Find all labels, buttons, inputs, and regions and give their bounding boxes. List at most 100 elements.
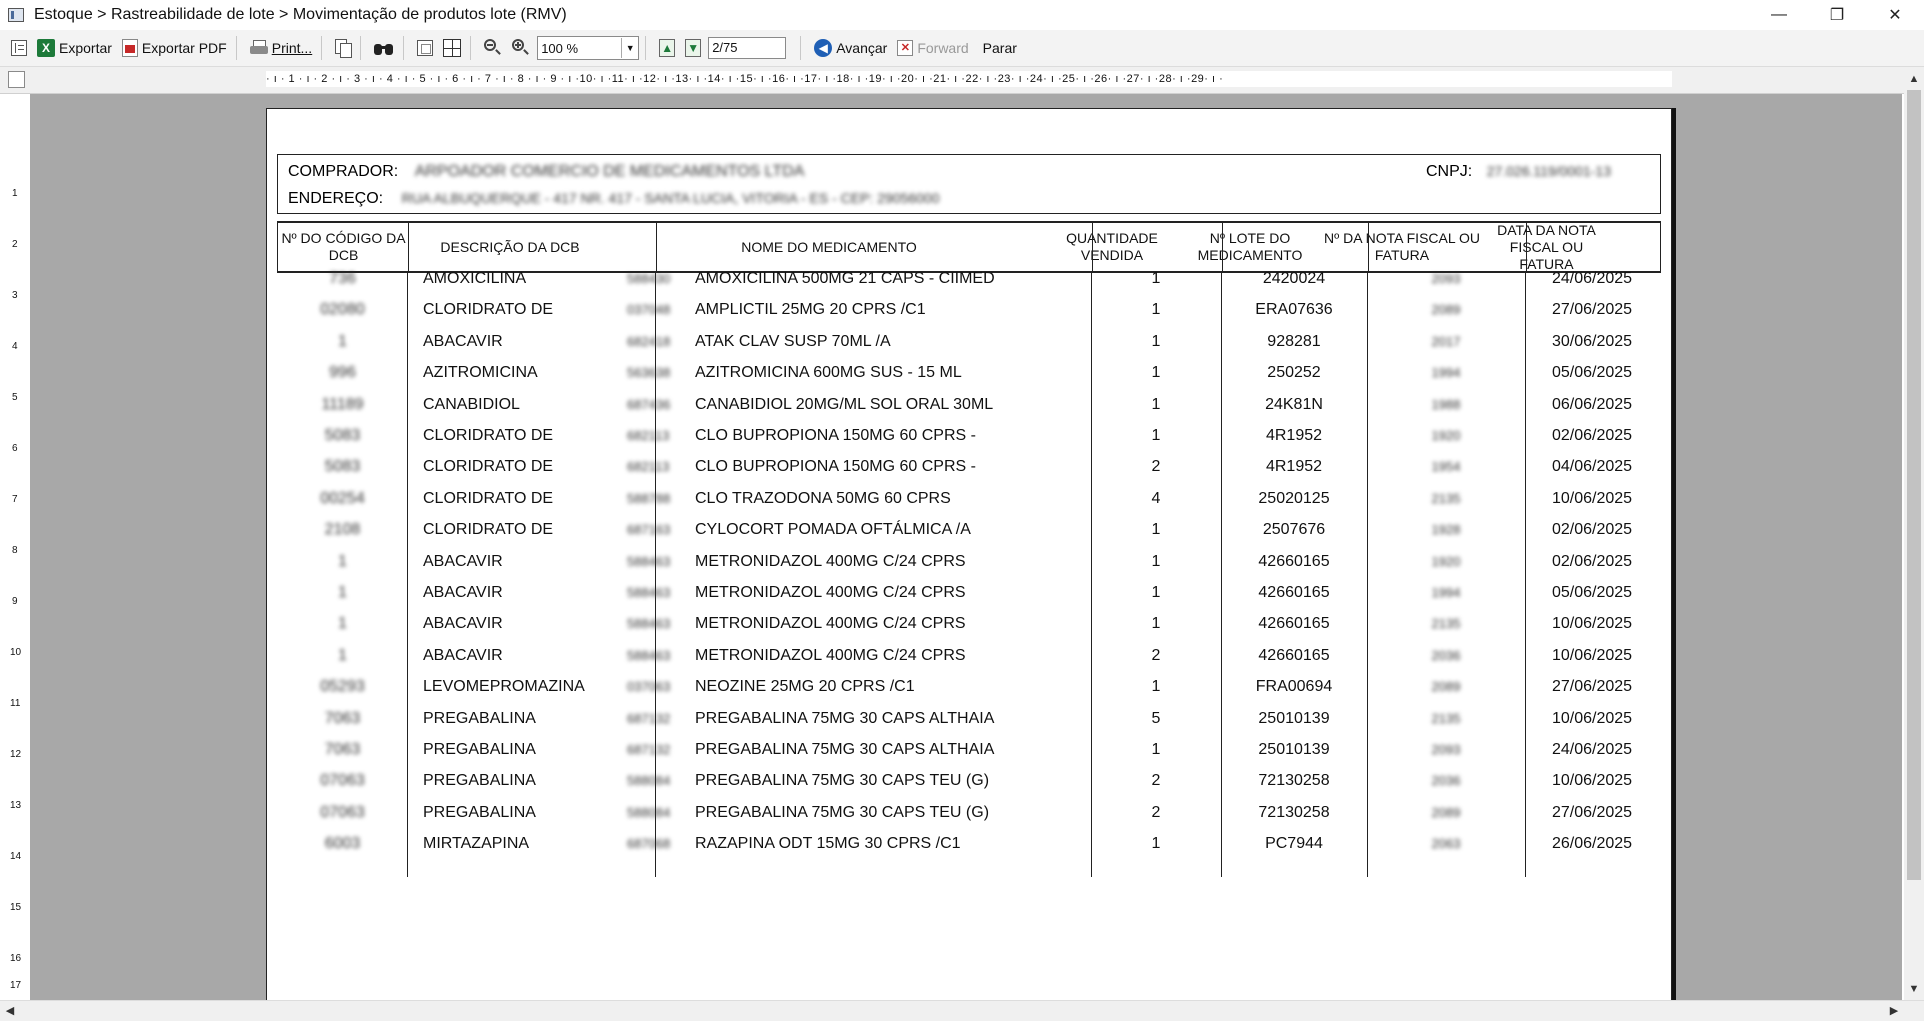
previous-page-button[interactable]: ▲ [656,34,678,62]
cell-medicine-name: PREGABALINA 75MG 30 CAPS ALTHAIA [695,741,995,758]
table-row: 5083 CLORIDRATO DE 682113 CLO BUPROPIONA 15… [277,455,1661,486]
cell-product-code: 588084 [627,769,687,800]
vertical-scrollbar[interactable]: ▲ ▼ [1904,70,1924,1000]
copy-icon [335,39,353,58]
horizontal-scrollbar[interactable]: ◀ ▶ [0,1000,1924,1021]
cell-dcb-code: 6003 [277,832,408,863]
cell-product-code: 588788 [627,487,687,518]
horizontal-ruler: · ı · 1 · ı · 2 · ı · 3 · ı · 4 · ı · 5 … [266,71,1672,87]
table-row: 1 ABACAVIR 682418 ATAK CLAV SUSP 70ML /A 1 92… [277,330,1661,361]
scroll-down-arrow-icon[interactable]: ▼ [1904,980,1924,998]
cell-dcb-code-value: 02080 [320,301,365,318]
copy-button[interactable] [332,34,354,62]
cell-invoice: 2135 [1367,487,1525,518]
cell-medicine-name: AMOXICILINA 500MG 21 CAPS - CIIMED [695,270,995,287]
table-row: 2108 CLORIDRATO DE 687163 CYLOCORT POMADA O… [277,518,1661,549]
cell-dcb-description: AZITROMICINA [423,364,538,381]
cell-lot: 25010139 [1258,710,1330,727]
cell-product-code-value: 682418 [627,334,671,349]
cell-medicine-name: METRONIDAZOL 400MG C/24 CPRS [695,615,966,632]
address-line: ENDEREÇO: RUA ALBUQUERQUE - 417 NR. 417 … [288,190,940,208]
cell-dcb-code: 07063 [277,769,408,800]
cell-product-code-value: 682113 [627,428,670,443]
minimize-button[interactable]: — [1750,0,1808,30]
next-page-button[interactable]: ▼ [682,34,704,62]
export-button[interactable]: X Exportar [34,34,115,62]
advance-label: Avançar [836,40,888,56]
cell-dcb-description: CLORIDRATO DE [423,521,554,538]
cell-lot: 2420024 [1262,270,1326,287]
export-pdf-button[interactable]: Exportar PDF [119,34,230,62]
buyer-line: COMPRADOR: ARPOADOR COMERCIO DE MEDICAME… [288,163,804,181]
close-button[interactable]: ✕ [1866,0,1924,30]
forward-button[interactable]: ✕ Forward [894,34,971,62]
vruler-number: 15 [10,902,22,913]
cell-dcb-description: CLORIDRATO DE [423,427,554,444]
scroll-right-arrow-icon[interactable]: ▶ [1884,1001,1904,1021]
cell-invoice-value: 1994 [1431,585,1461,600]
column-divider [1222,223,1223,271]
cell-dcb-description: CLORIDRATO DE [423,301,554,318]
cell-dcb-code-value: 5083 [324,458,361,475]
cell-invoice: 1988 [1367,393,1525,424]
multi-page-button[interactable] [440,34,464,62]
cell-invoice-date: 02/06/2025 [1551,521,1633,538]
cell-lot: 928281 [1267,333,1321,350]
scroll-up-arrow-icon[interactable]: ▲ [1904,70,1924,88]
cell-invoice: 1928 [1367,518,1525,549]
advance-button[interactable]: ◀ Avançar [811,34,890,62]
zoom-in-icon [512,39,530,57]
find-button[interactable] [371,34,397,62]
cell-quantity: 4 [1151,490,1161,507]
cell-lot: FRA00694 [1255,678,1333,695]
vruler-number: 9 [12,596,18,607]
cell-dcb-code: 02080 [277,298,408,329]
column-header-invoice: Nº DA NOTA FISCAL OU FATURA [1323,230,1481,263]
cell-product-code: 037063 [627,675,687,706]
cell-lot: 42660165 [1258,647,1330,664]
column-header-dcb-code: Nº DO CÓDIGO DA DCB [281,230,406,263]
cell-dcb-description: ABACAVIR [423,553,503,570]
page-number-input[interactable]: 2/75 [708,37,787,59]
restore-button[interactable]: ❐ [1808,0,1866,30]
zoom-in-button[interactable] [509,34,533,62]
cell-invoice-value: 2063 [1431,836,1461,851]
cell-dcb-code: 5083 [277,424,408,455]
cell-product-code-value: 588788 [627,491,671,506]
column-header-medicine-name: NOME DO MEDICAMENTO [741,238,917,255]
vruler-number: 5 [12,392,18,403]
vruler-number: 13 [10,800,22,811]
cell-dcb-description: LEVOMEPROMAZINA [423,678,585,695]
cell-product-code: 588463 [627,612,687,643]
toggle-tree-button[interactable] [8,34,30,62]
stop-button[interactable]: Parar [976,34,1020,62]
column-header-lot: Nº LOTE DO MEDICAMENTO [1197,230,1303,263]
cell-product-code: 037048 [627,298,687,329]
cell-medicine-name: METRONIDAZOL 400MG C/24 CPRS [695,647,966,664]
cell-invoice-date: 04/06/2025 [1551,458,1633,475]
scroll-left-arrow-icon[interactable]: ◀ [0,1001,20,1021]
cell-dcb-code: 2108 [277,518,408,549]
single-page-button[interactable] [414,34,436,62]
cell-invoice-date: 10/06/2025 [1551,710,1633,727]
report-viewport[interactable]: COMPRADOR: ARPOADOR COMERCIO DE MEDICAME… [30,94,1902,1000]
column-header-dcb-description: DESCRIÇÃO DA DCB [440,238,580,255]
cell-quantity: 2 [1151,772,1161,789]
cell-product-code-value: 588463 [627,554,671,569]
zoom-select[interactable]: 100 % ▼ [537,36,640,60]
vertical-scroll-thumb[interactable] [1907,90,1921,880]
cell-lot: 2507676 [1262,521,1326,538]
cell-invoice: 2036 [1367,769,1525,800]
chevron-down-icon[interactable]: ▼ [621,38,638,58]
ruler-corner-box[interactable] [8,71,25,88]
print-button[interactable]: Print... [247,34,315,62]
cell-invoice-value: 1954 [1431,459,1461,474]
vertical-ruler: 1 2 3 4 5 6 7 8 9 10 11 12 13 14 15 16 1… [10,104,26,994]
cell-dcb-code: 1 [277,644,408,675]
cell-product-code-value: 687163 [627,522,671,537]
cell-product-code: 588084 [627,801,687,832]
cell-invoice: 2135 [1367,612,1525,643]
zoom-out-button[interactable] [481,34,505,62]
cell-invoice-date: 10/06/2025 [1551,772,1633,789]
cell-dcb-code-value: 1 [338,553,347,570]
